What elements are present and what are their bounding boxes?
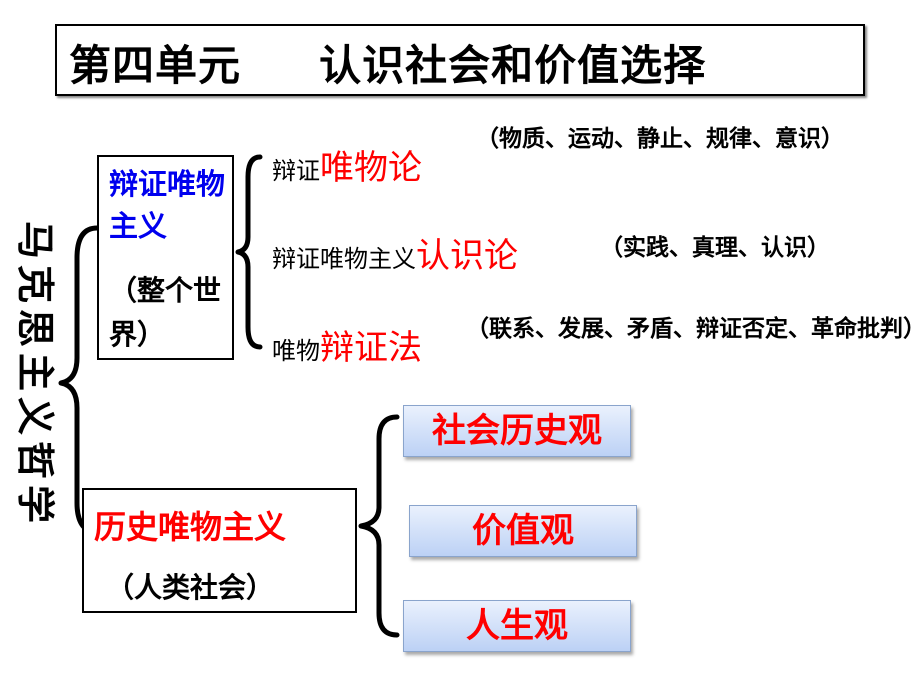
view-box-life: 人生观 (403, 600, 631, 652)
branch-note: （联系、发展、矛盾、辩证否定、革命批判） (466, 316, 920, 342)
root-label-char: 克 (13, 264, 57, 303)
root-label-char: 学 (13, 484, 57, 523)
historical-materialism-title: 历史唯物主义 (94, 508, 287, 546)
branch-epistemology: 辩证唯物主义认识论 (272, 228, 518, 277)
view-box-social-history: 社会历史观 (403, 405, 631, 457)
root-label-char: 马 (13, 220, 57, 259)
branch-materialism: 辩证唯物论 (272, 140, 422, 189)
title-box: 第四单元 认识社会和价值选择 (55, 24, 865, 96)
dialectical-materialism-scope: （整个世界） (109, 274, 222, 351)
branch-note: （物质、运动、静止、规律、意识） (476, 126, 844, 152)
unit-label: 第四单元 (69, 41, 242, 90)
view-box-values: 价值观 (409, 505, 637, 557)
branch-name: 认识论 (416, 236, 518, 276)
historical-materialism-box: 历史唯物主义 （人类社会） (82, 488, 357, 613)
branch-name: 唯物论 (320, 148, 422, 188)
dialectical-materialism-box: 辩证唯物主义 （整个世界） (97, 155, 234, 360)
root-label-char: 主 (13, 352, 57, 391)
page-title: 第四单元 认识社会和价值选择 (69, 32, 706, 93)
root-label-char: 义 (13, 396, 57, 435)
root-label: 马克思主义哲学 (10, 218, 60, 526)
dm-brace-icon (235, 154, 263, 350)
root-label-char: 思 (13, 308, 57, 347)
root-label-char: 哲 (13, 440, 57, 479)
branch-dialectics: 唯物辩证法 (272, 320, 422, 369)
dialectical-materialism-title: 辩证唯物主义 (109, 167, 226, 243)
branch-prefix: 辩证唯物主义 (272, 245, 416, 273)
branch-prefix: 唯物 (272, 337, 320, 365)
branch-prefix: 辩证 (272, 157, 320, 185)
hm-brace-icon (358, 414, 400, 638)
unit-topic: 认识社会和价值选择 (319, 41, 707, 90)
branch-name: 辩证法 (320, 328, 422, 368)
historical-materialism-scope: （人类社会） (106, 571, 275, 604)
branch-note: （实践、真理、认识） (600, 235, 830, 261)
